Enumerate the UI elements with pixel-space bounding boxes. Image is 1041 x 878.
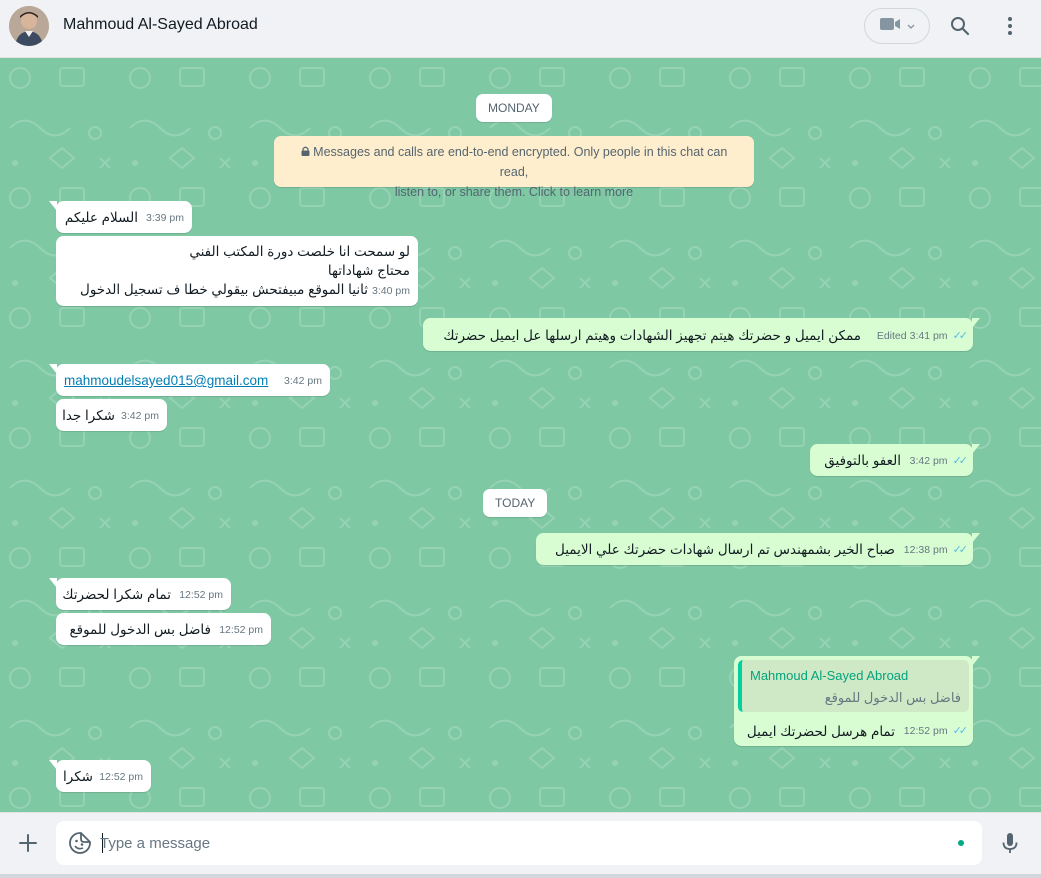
message-text-line2: محتاج شهاداتها	[327, 263, 410, 278]
message-time: 12:52 pm	[903, 725, 948, 737]
message-incoming[interactable]: mahmoudelsayed015@gmail.com 3:42 pm	[49, 364, 330, 396]
message-time: 3:42 pm	[121, 410, 159, 422]
message-meta: 12:52 pm ✓✓	[903, 722, 969, 741]
message-incoming[interactable]: السلام عليكم 3:39 pm	[49, 201, 192, 233]
contact-avatar[interactable]	[9, 6, 49, 46]
message-incoming[interactable]: تمام شكرا لحضرتك 12:52 pm	[49, 578, 231, 610]
message-time: 3:39 pm	[146, 212, 184, 224]
message-text: ممكن ايميل و حضرتك هيتم تجهيز الشهادات و…	[443, 328, 861, 343]
contact-name[interactable]: Mahmoud Al-Sayed Abroad	[63, 16, 258, 34]
message-text-line1: لو سمحت انا خلصت دورة المكتب الفني	[189, 244, 410, 259]
search-icon[interactable]	[948, 14, 972, 38]
message-text: السلام عليكم	[64, 210, 138, 225]
message-text: تمام هرسل لحضرتك ايميل	[746, 724, 895, 739]
message-input-box[interactable]	[56, 821, 982, 865]
read-ticks-icon: ✓✓	[952, 330, 969, 342]
plus-icon[interactable]	[16, 831, 40, 855]
message-meta: 3:42 pm ✓✓	[909, 452, 969, 471]
message-time: 12:52 pm	[99, 771, 143, 783]
message-text: صباح الخير بشمهندس تم ارسال شهادات حضرتك…	[554, 542, 895, 557]
message-time: 3:42 pm	[909, 455, 948, 467]
message-meta: Edited 3:41 pm ✓✓	[876, 327, 969, 346]
lock-icon	[301, 145, 313, 159]
quoted-text: فاضل بس الدخول للموقع	[824, 690, 961, 705]
message-outgoing[interactable]: صباح الخير بشمهندس تم ارسال شهادات حضرتك…	[536, 533, 980, 565]
menu-icon[interactable]	[998, 14, 1022, 38]
sticker-icon[interactable]	[68, 831, 92, 855]
chat-header: Mahmoud Al-Sayed Abroad	[0, 0, 1041, 58]
quoted-message[interactable]: Mahmoud Al-Sayed Abroad فاضل بس الدخول ل…	[738, 660, 969, 712]
message-time: 12:52 pm	[219, 624, 263, 636]
quoted-sender: Mahmoud Al-Sayed Abroad	[750, 668, 909, 683]
day-separator-today: TODAY	[483, 489, 548, 517]
message-input[interactable]	[100, 831, 940, 855]
message-outgoing[interactable]: ممكن ايميل و حضرتك هيتم تجهيز الشهادات و…	[423, 318, 980, 351]
message-meta: 12:38 pm ✓✓	[903, 541, 969, 560]
read-ticks-icon: ✓✓	[952, 544, 969, 556]
message-time: 3:40 pm	[372, 285, 410, 297]
message-incoming[interactable]: شكرا جدا 3:42 pm	[56, 399, 167, 431]
message-incoming[interactable]: لو سمحت انا خلصت دورة المكتب الفني محتاج…	[56, 236, 418, 306]
message-incoming[interactable]: شكرا 12:52 pm	[49, 760, 151, 792]
message-outgoing[interactable]: العفو بالتوفيق 3:42 pm ✓✓	[810, 444, 980, 476]
video-call-icon	[879, 16, 901, 37]
video-call-button[interactable]	[864, 8, 930, 44]
encryption-notice-line1: Messages and calls are end-to-end encryp…	[313, 145, 728, 179]
encryption-notice[interactable]: Messages and calls are end-to-end encryp…	[274, 136, 754, 199]
message-text: شكرا جدا	[62, 408, 115, 423]
composer	[0, 812, 1041, 878]
message-text: تمام شكرا لحضرتك	[62, 587, 171, 602]
microphone-icon[interactable]	[998, 831, 1022, 855]
message-text: شكرا	[63, 769, 93, 784]
edited-label: Edited	[876, 330, 907, 342]
window-bottom-edge	[0, 874, 1041, 878]
encryption-notice-line2: listen to, or share them. Click to learn…	[394, 185, 634, 199]
message-text: فاضل بس الدخول للموقع	[69, 622, 211, 637]
read-ticks-icon: ✓✓	[952, 725, 969, 737]
email-link[interactable]: mahmoudelsayed015@gmail.com	[64, 371, 268, 390]
message-time: 3:41 pm	[909, 330, 948, 342]
message-list[interactable]: MONDAY Messages and calls are end-to-end…	[0, 58, 1041, 812]
chevron-down-icon	[907, 17, 915, 35]
message-text: العفو بالتوفيق	[824, 453, 901, 468]
message-time: 3:42 pm	[284, 375, 322, 387]
day-separator-monday: MONDAY	[476, 94, 552, 122]
message-time: 12:38 pm	[903, 544, 948, 556]
message-text-line3: ثانيا الموقع مبيفتحش بيقولي خطا ف تسجيل …	[80, 282, 368, 297]
read-ticks-icon: ✓✓	[952, 455, 969, 467]
message-outgoing-reply[interactable]: Mahmoud Al-Sayed Abroad فاضل بس الدخول ل…	[734, 656, 980, 746]
message-incoming[interactable]: فاضل بس الدخول للموقع 12:52 pm	[56, 613, 271, 645]
message-time: 12:52 pm	[179, 589, 223, 601]
status-dot	[958, 840, 964, 846]
